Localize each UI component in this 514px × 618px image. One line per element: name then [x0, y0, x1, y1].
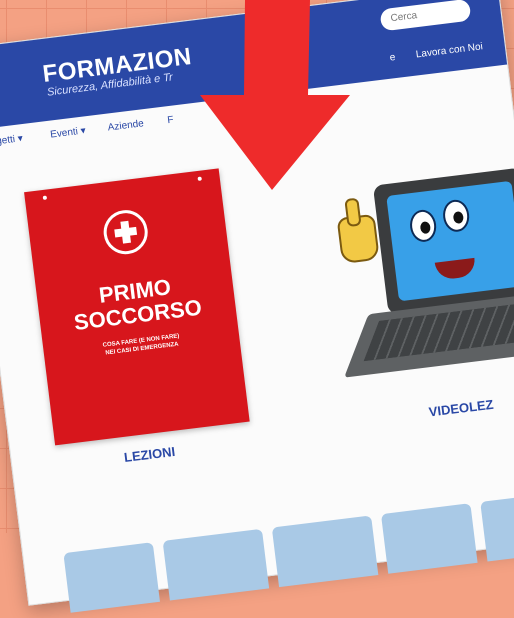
util-link-lavora[interactable]: Lavora con Noi [415, 41, 483, 60]
poster-pin [42, 195, 48, 201]
thumbnail[interactable] [162, 528, 270, 601]
videolezioni-link[interactable]: VIDEOLEZ [428, 397, 494, 420]
eye-icon [408, 208, 438, 244]
primo-soccorso-poster[interactable]: PRIMO SOCCORSO COSA FARE (E NON FARE) NE… [24, 168, 250, 446]
thumbnail[interactable] [63, 542, 160, 613]
thumbnail[interactable] [380, 503, 478, 574]
search-input[interactable]: Cerca [379, 0, 472, 32]
thumbnail[interactable] [480, 489, 514, 562]
laptop-screen-face [386, 180, 514, 302]
lezioni-link[interactable]: LEZIONI [123, 444, 176, 465]
down-arrow-icon [200, 0, 350, 190]
nav-item-aziende[interactable]: Aziende [107, 118, 144, 133]
eye-icon [441, 198, 471, 234]
laptop-mascot-icon[interactable] [372, 167, 514, 315]
thumbs-up-hand-icon [336, 213, 380, 265]
nav-item-progetti[interactable]: Progetti ▾ [0, 133, 23, 149]
thumbnail[interactable] [271, 515, 379, 588]
utility-nav: e Lavora con Noi [371, 41, 483, 66]
nav-item-eventi[interactable]: Eventi ▾ [50, 125, 87, 140]
util-link-e[interactable]: e [389, 52, 396, 64]
keyboard-keys [363, 299, 514, 362]
nav-item-f[interactable]: F [167, 115, 174, 127]
first-aid-cross-icon [101, 207, 151, 257]
bottom-thumbnail-strip [63, 489, 514, 613]
mouth-icon [434, 257, 477, 281]
